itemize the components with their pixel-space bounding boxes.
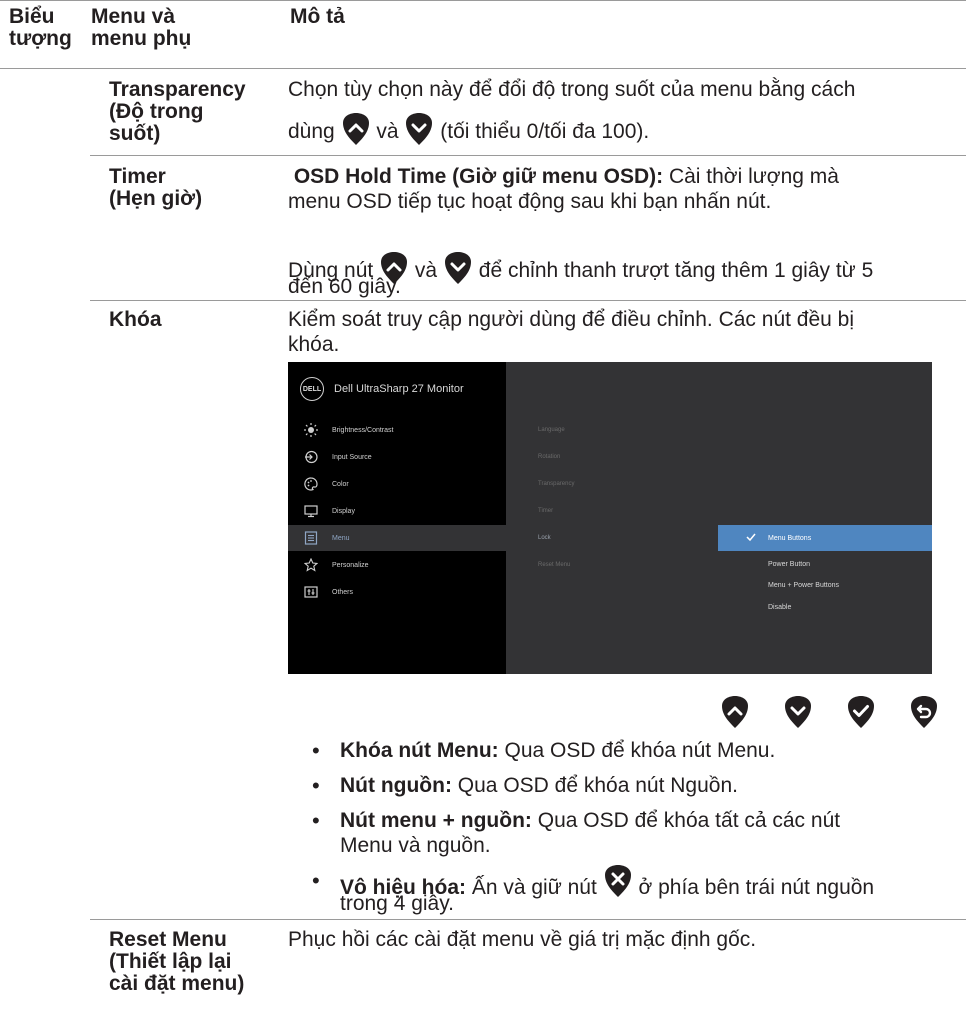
- lock-desc-line2: khóa.: [288, 333, 340, 356]
- bullet-marker: •: [312, 773, 320, 798]
- up-button-icon: [720, 695, 750, 729]
- header-menu-column: Menu và menu phụ: [91, 5, 192, 50]
- checkmark-icon: [746, 533, 756, 542]
- down-arrow-button-icon: [404, 112, 434, 146]
- down-arrow-button-icon: [443, 251, 473, 285]
- table-top-rule: [0, 0, 966, 1]
- input-source-icon: [305, 450, 318, 464]
- transparency-label: Transparency (Độ trong suốt): [109, 78, 246, 145]
- transparency-desc-line2: dùng và (tối thiểu 0/tối đa 100).: [288, 112, 649, 146]
- display-icon: [304, 505, 318, 518]
- osd-submenu-rotation[interactable]: Rotation: [538, 454, 560, 460]
- bullet-menu-lock: Khóa nút Menu: Qua OSD để khóa nút Menu.: [340, 739, 776, 762]
- menu-icon: [304, 531, 318, 545]
- bullet-disable-line2: trong 4 giây.: [340, 892, 455, 915]
- row-divider: [90, 919, 966, 920]
- down-button-icon: [783, 695, 813, 729]
- osd-menu-item-brightness[interactable]: Brightness/Contrast: [288, 417, 506, 443]
- lock-label: Khóa: [109, 308, 162, 331]
- osd-submenu-language[interactable]: Language: [538, 427, 565, 433]
- osd-submenu-transparency[interactable]: Transparency: [538, 481, 574, 487]
- osd-menu-item-menu[interactable]: Menu: [288, 525, 506, 551]
- row-divider: [90, 155, 966, 156]
- osd-option-disable[interactable]: Disable: [718, 594, 932, 620]
- dell-logo-icon: DELL: [300, 377, 324, 401]
- osd-submenu-timer[interactable]: Timer: [538, 508, 553, 514]
- star-icon: [304, 558, 318, 572]
- osd-menu-item-color[interactable]: Color: [288, 471, 506, 497]
- bullet-menu-power-lock: Nút menu + nguồn: Qua OSD để khóa tất cả…: [340, 809, 841, 832]
- bullet-power-lock: Nút nguồn: Qua OSD để khóa nút Nguồn.: [340, 774, 738, 797]
- header-icon-column: Biểu tượng: [9, 5, 72, 50]
- osd-main-menu: DELL Dell UltraSharp 27 Monitor Brightne…: [288, 362, 506, 674]
- timer-desc-line2: menu OSD tiếp tục hoạt động sau khi bạn …: [288, 190, 772, 213]
- osd-title: Dell UltraSharp 27 Monitor: [334, 383, 464, 395]
- ok-button-icon: [846, 695, 876, 729]
- close-button-icon: [603, 864, 633, 898]
- header-bottom-rule: [0, 68, 966, 69]
- osd-menu-item-display[interactable]: Display: [288, 498, 506, 524]
- header-description-column: Mô tả: [290, 5, 345, 28]
- back-button-icon: [909, 695, 939, 729]
- reset-menu-label: Reset Menu (Thiết lập lại cài đặt menu): [109, 928, 245, 995]
- osd-menu-item-input-source[interactable]: Input Source: [288, 444, 506, 470]
- color-palette-icon: [304, 477, 318, 491]
- timer-desc-para2-line2: đến 60 giây.: [288, 275, 401, 298]
- osd-submenu-reset-menu[interactable]: Reset Menu: [538, 562, 570, 568]
- transparency-desc-line1: Chọn tùy chọn này để đổi độ trong suốt c…: [288, 78, 856, 101]
- up-arrow-button-icon: [341, 112, 371, 146]
- bullet-marker: •: [312, 808, 320, 833]
- row-divider: [90, 300, 966, 301]
- timer-desc-line1: OSD Hold Time (Giờ giữ menu OSD): Cài th…: [293, 165, 839, 188]
- osd-title-bar: DELL Dell UltraSharp 27 Monitor: [300, 376, 464, 402]
- others-icon: [304, 586, 318, 598]
- osd-screenshot: DELL Dell UltraSharp 27 Monitor Brightne…: [288, 362, 932, 674]
- reset-menu-desc: Phục hồi các cài đặt menu về giá trị mặc…: [288, 928, 757, 951]
- osd-menu-item-others[interactable]: Others: [288, 579, 506, 605]
- bullet-marker: •: [312, 738, 320, 763]
- timer-label: Timer (Hẹn giờ): [109, 165, 203, 210]
- bullet-menu-power-lock-line2: Menu và nguồn.: [340, 834, 491, 857]
- osd-option-menu-buttons[interactable]: Menu Buttons: [718, 525, 932, 551]
- osd-submenu-lock[interactable]: Lock: [538, 535, 551, 541]
- lock-desc-line1: Kiểm soát truy cập người dùng để điều ch…: [288, 308, 855, 331]
- bullet-marker: •: [312, 868, 320, 893]
- osd-menu-item-personalize[interactable]: Personalize: [288, 552, 506, 578]
- brightness-icon: [304, 423, 318, 437]
